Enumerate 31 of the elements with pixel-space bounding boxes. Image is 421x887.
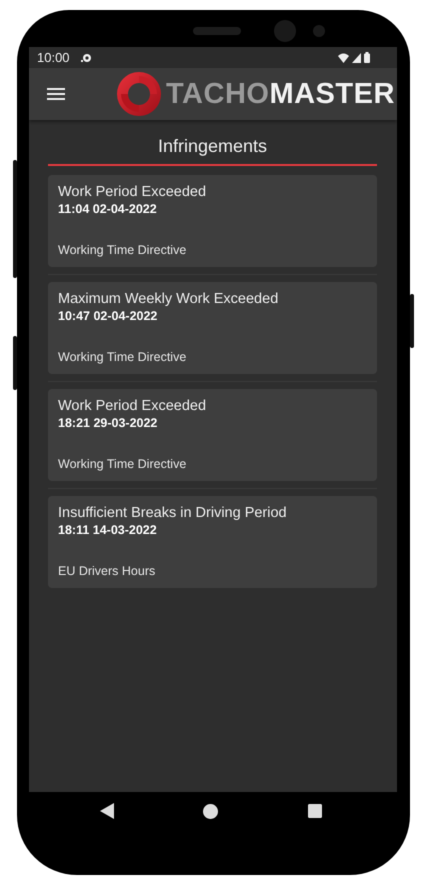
menu-icon[interactable] (47, 87, 65, 101)
infringement-title: Work Period Exceeded (58, 184, 206, 201)
infringement-title: Work Period Exceeded (58, 398, 206, 415)
speaker-grille (193, 27, 241, 35)
front-camera (313, 25, 325, 37)
infringement-category: Working Time Directive (58, 456, 186, 472)
recents-icon[interactable] (308, 804, 322, 818)
infringement-card[interactable]: Insufficient Breaks in Driving Period 18:11 14-03-2022 EU Drivers Hours (48, 496, 377, 588)
infringement-timestamp: 10:47 02-04-2022 (58, 308, 158, 324)
front-camera (274, 20, 296, 42)
infringement-timestamp: 18:21 29-03-2022 (58, 415, 158, 431)
infringement-card[interactable]: Maximum Weekly Work Exceeded 10:47 02-04-2022 Working Time Directive (48, 282, 377, 374)
swirl-logo-icon (116, 71, 162, 117)
wifi-icon (338, 52, 349, 62)
infringement-category: EU Drivers Hours (58, 563, 156, 579)
logo-text: TACHOMASTER (166, 78, 395, 110)
back-icon[interactable] (100, 803, 114, 819)
battery-icon (364, 52, 370, 63)
signal-icon (352, 52, 361, 62)
infringement-title: Maximum Weekly Work Exceeded (58, 291, 278, 308)
notification-icon (80, 52, 93, 62)
page-title: Infringements (156, 135, 268, 157)
infringement-category: Working Time Directive (58, 349, 186, 365)
infringement-title: Insufficient Breaks in Driving Period (58, 505, 287, 522)
infringement-timestamp: 18:11 14-03-2022 (58, 522, 157, 538)
infringement-card[interactable]: Work Period Exceeded 11:04 02-04-2022 Working Time Directive (48, 175, 377, 267)
status-time: 10:00 (37, 50, 70, 65)
home-icon[interactable] (203, 804, 218, 818)
infringement-card[interactable]: Work Period Exceeded 18:21 29-03-2022 Working Time Directive (48, 389, 377, 481)
infringement-timestamp: 11:04 02-04-2022 (58, 201, 157, 217)
infringement-category: Working Time Directive (58, 242, 186, 258)
